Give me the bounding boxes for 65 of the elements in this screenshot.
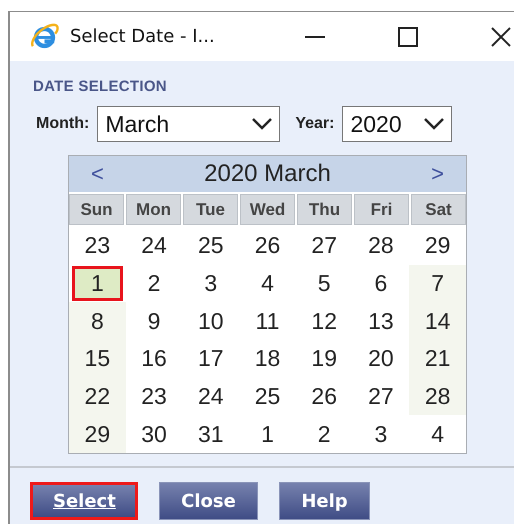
day-cell[interactable]: 15 bbox=[69, 340, 126, 378]
day-cell[interactable]: 25 bbox=[182, 227, 240, 265]
day-cell[interactable]: 24 bbox=[126, 227, 182, 265]
help-button[interactable]: Help bbox=[279, 482, 370, 520]
day-cell[interactable]: 2 bbox=[296, 415, 353, 454]
month-label: Month: bbox=[36, 115, 90, 133]
day-cell[interactable]: 18 bbox=[239, 340, 296, 378]
weekday-header: Fri bbox=[354, 194, 409, 225]
weekday-header: Wed bbox=[240, 194, 295, 225]
close-button[interactable]: Close bbox=[159, 482, 258, 520]
next-month-link[interactable]: > bbox=[431, 161, 444, 187]
day-cell[interactable]: 16 bbox=[126, 340, 182, 378]
day-cell[interactable]: 30 bbox=[126, 415, 182, 454]
day-cell[interactable]: 1 bbox=[239, 415, 296, 454]
chevron-icon bbox=[423, 117, 446, 131]
close-icon[interactable] bbox=[491, 26, 511, 46]
window-title: Select Date - I... bbox=[70, 26, 216, 47]
day-cell[interactable]: 5 bbox=[296, 264, 353, 302]
day-cell[interactable]: 22 bbox=[69, 378, 126, 416]
day-cell[interactable]: 4 bbox=[239, 264, 296, 302]
day-cell[interactable]: 14 bbox=[409, 302, 466, 340]
day-cell[interactable]: 10 bbox=[182, 302, 240, 340]
day-cell[interactable]: 26 bbox=[239, 227, 296, 265]
day-cell[interactable]: 8 bbox=[69, 302, 126, 340]
weekday-header: Tue bbox=[183, 194, 238, 225]
day-cell[interactable]: 25 bbox=[239, 378, 296, 416]
day-cell[interactable]: 6 bbox=[352, 264, 410, 302]
weekday-header: Thu bbox=[297, 194, 352, 225]
day-cell[interactable]: 20 bbox=[352, 340, 410, 378]
day-cell[interactable]: 3 bbox=[182, 264, 240, 302]
weekday-header: Sat bbox=[411, 194, 466, 225]
day-cell[interactable]: 27 bbox=[296, 227, 353, 265]
day-cell[interactable]: 11 bbox=[239, 302, 296, 340]
chevron-icon bbox=[251, 117, 274, 131]
day-cell[interactable]: 17 bbox=[182, 340, 240, 378]
maximize-icon[interactable] bbox=[398, 26, 418, 46]
select-button[interactable]: Select bbox=[30, 482, 138, 520]
calendar-title: 2020 March bbox=[204, 160, 331, 188]
day-cell[interactable]: 23 bbox=[69, 227, 126, 265]
weekday-header: Mon bbox=[126, 194, 181, 225]
day-cell[interactable]: 13 bbox=[352, 302, 410, 340]
day-cell[interactable]: 19 bbox=[296, 340, 353, 378]
day-cell[interactable]: 28 bbox=[409, 378, 466, 416]
year-dropdown[interactable]: 2020 bbox=[342, 106, 452, 142]
previous-month-link[interactable]: < bbox=[91, 161, 104, 187]
day-cell[interactable]: 4 bbox=[409, 415, 466, 454]
day-cell[interactable]: 9 bbox=[126, 302, 182, 340]
day-cell[interactable]: 12 bbox=[296, 302, 353, 340]
day-cell[interactable]: 7 bbox=[409, 264, 466, 302]
year-label: Year: bbox=[295, 115, 334, 133]
day-cell[interactable]: 27 bbox=[352, 378, 410, 416]
day-cell[interactable]: 29 bbox=[69, 415, 126, 454]
day-cell[interactable]: 3 bbox=[352, 415, 410, 454]
day-cell[interactable]: 31 bbox=[182, 415, 240, 454]
day-cell[interactable]: 2 bbox=[126, 264, 182, 302]
day-cell[interactable]: 26 bbox=[296, 378, 353, 416]
day-cell[interactable]: 28 bbox=[352, 227, 410, 265]
section-title: DATE SELECTION bbox=[33, 78, 168, 95]
day-cell[interactable]: 1 bbox=[72, 266, 123, 302]
month-dropdown[interactable]: March bbox=[97, 106, 280, 142]
day-cell[interactable]: 21 bbox=[409, 340, 466, 378]
weekday-header: Sun bbox=[69, 194, 124, 225]
day-cell[interactable]: 29 bbox=[409, 227, 466, 265]
day-cell[interactable]: 24 bbox=[182, 378, 240, 416]
day-cell[interactable]: 23 bbox=[126, 378, 182, 416]
